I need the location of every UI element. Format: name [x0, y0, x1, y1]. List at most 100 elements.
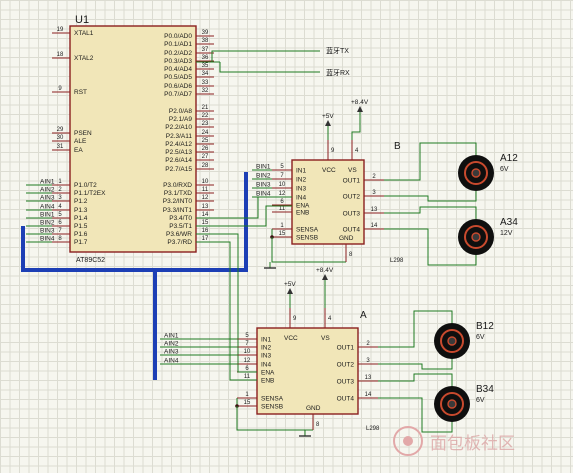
driver-pin-number: 10	[279, 182, 286, 188]
mcu-pin-name: P1.6	[74, 231, 88, 238]
motor-wire	[378, 359, 453, 370]
driver-pin-name: OUT3	[343, 211, 361, 218]
motor-value: 6V	[476, 334, 485, 341]
mcu-pin-number: 35	[202, 63, 209, 69]
driver-pin-number: 6	[245, 366, 249, 372]
mcu-pin-name: P2.2/A10	[165, 124, 192, 131]
vs-rail-label: +8.4V	[351, 99, 369, 106]
driver-pin-number: 4	[328, 316, 332, 322]
mcu-pin-name: P2.7/A15	[165, 166, 192, 173]
mcu-pin-name: P3.3/INT1	[163, 207, 193, 214]
mcu-pin-name: P3.6/WR	[166, 231, 192, 238]
mcu-pin-number: 16	[202, 228, 209, 234]
motor-ref: B34	[476, 384, 494, 395]
mcu-pin-number: 17	[202, 236, 209, 242]
mcu-pin-number: 32	[202, 88, 209, 94]
mcu-pin-name: P2.1/A9	[169, 116, 193, 123]
motors: A12 6V A34 12V B12 6V B34 6V	[378, 142, 518, 433]
mcu-pin-name: PSEN	[74, 130, 92, 137]
driver-pin-name: ENB	[261, 378, 274, 385]
mcu-pin-number: 12	[202, 195, 209, 201]
driver-pin-number: 12	[279, 191, 286, 197]
mcu-pin-number: 8	[58, 236, 62, 242]
mcu-pin-name: XTAL2	[74, 55, 94, 62]
bt-rx-wire	[219, 62, 320, 73]
mcu-pin-name: P0.7/AD7	[164, 91, 192, 98]
mcu-pin-number: 39	[202, 30, 209, 36]
driver-pin-number: 2	[372, 174, 376, 180]
mcu-pin-number: 24	[202, 130, 209, 136]
mcu-pin-name: P1.5	[74, 223, 88, 230]
driver-pin-name: IN2	[261, 345, 272, 352]
motor-shaft	[447, 399, 457, 409]
driver-pin-number: 14	[365, 392, 372, 398]
mcu-pin-number: 15	[202, 220, 209, 226]
bt-tx-wire	[211, 50, 320, 62]
driver-pin-number: 3	[372, 190, 376, 196]
mcu-pin-number: 34	[202, 71, 209, 77]
driver-b: B L298 5IN1BIN17IN2BIN210IN3BIN312IN4BIN…	[252, 99, 404, 269]
mcu-pin-name: P2.3/A11	[166, 133, 193, 140]
driver-pin-name: OUT4	[337, 396, 355, 403]
mcu-pin-name: XTAL1	[74, 30, 94, 37]
driver-pin-number: 5	[245, 333, 249, 339]
driver-pin-number: 10	[244, 349, 251, 355]
driver-pin-name: ENA	[296, 203, 310, 210]
driver-pin-number: 8	[349, 252, 353, 258]
driver-pin-name: SENSA	[296, 227, 319, 234]
driver-pin-number: 6	[280, 199, 284, 205]
driver-net-label: BIN2	[256, 173, 271, 180]
driver-pin-name: IN3	[296, 186, 307, 193]
driver-pin-number: 9	[331, 148, 335, 154]
mcu-pin-number: 1	[58, 179, 62, 185]
vs-rail-label: +8.4V	[316, 267, 334, 274]
mcu-pin-number: 13	[202, 204, 209, 210]
p1-net-label: BIN2	[40, 220, 55, 227]
driver-pin-name: IN4	[296, 195, 307, 202]
motor-wire	[384, 206, 477, 219]
mcu-pin-name: P2.0/A8	[169, 108, 193, 115]
mcu-pin-number: 7	[58, 228, 62, 234]
mcu-pin-name: P0.3/AD3	[164, 58, 192, 65]
driver-pin-name: OUT3	[337, 379, 355, 386]
mcu-pin-name: P0.6/AD6	[164, 83, 192, 90]
driver-pin-name: ENA	[261, 370, 275, 377]
driver-net-label: AIN2	[164, 341, 179, 348]
mcu-pin-number: 31	[57, 144, 64, 150]
mcu-ref: U1	[75, 14, 89, 26]
driver-pin-number: 9	[293, 316, 297, 322]
mcu-pin-name: P1.2	[74, 198, 88, 205]
motor-value: 12V	[500, 230, 513, 237]
driver-pin-number: 7	[280, 173, 284, 179]
driver-a-part: L298	[366, 426, 380, 432]
motor-shaft	[447, 336, 457, 346]
p1-net-label: AIN1	[40, 179, 55, 186]
driver-pin-name: VCC	[322, 167, 336, 174]
driver-pin-name: SENSB	[296, 235, 318, 242]
driver-net-label: BIN4	[256, 191, 271, 198]
mcu-pin-name: EA	[74, 147, 83, 154]
driver-pin-name: VS	[321, 335, 330, 342]
mcu-pin-name: P3.2/INT0	[163, 198, 193, 205]
driver-pin-number: 15	[244, 400, 251, 406]
p1-net-label: AIN3	[40, 195, 55, 202]
mcu-pin-number: 10	[202, 179, 209, 185]
mcu-pin-number: 19	[57, 27, 64, 33]
driver-net-label: AIN4	[164, 358, 179, 365]
mcu-part: AT89C52	[76, 257, 105, 264]
mcu-pin-number: 5	[58, 212, 62, 218]
mcu-pin-number: 9	[58, 86, 62, 92]
mcu-pin-number: 18	[57, 52, 64, 58]
driver-pin-name: IN1	[261, 337, 272, 344]
driver-net-label: BIN1	[256, 164, 271, 171]
mcu-pin-number: 22	[202, 113, 209, 119]
motor-value: 6V	[500, 166, 509, 173]
mcu-pin-name: ALE	[74, 138, 87, 145]
driver-pin-number: 3	[366, 358, 370, 364]
motor-wire	[378, 373, 453, 386]
mcu-pin-number: 6	[58, 220, 62, 226]
mcu-pin-name: P2.6/A14	[165, 157, 192, 164]
mcu-pin-number: 25	[202, 138, 209, 144]
driver-net-label: AIN1	[164, 333, 179, 340]
mcu-pin-number: 21	[202, 105, 209, 111]
